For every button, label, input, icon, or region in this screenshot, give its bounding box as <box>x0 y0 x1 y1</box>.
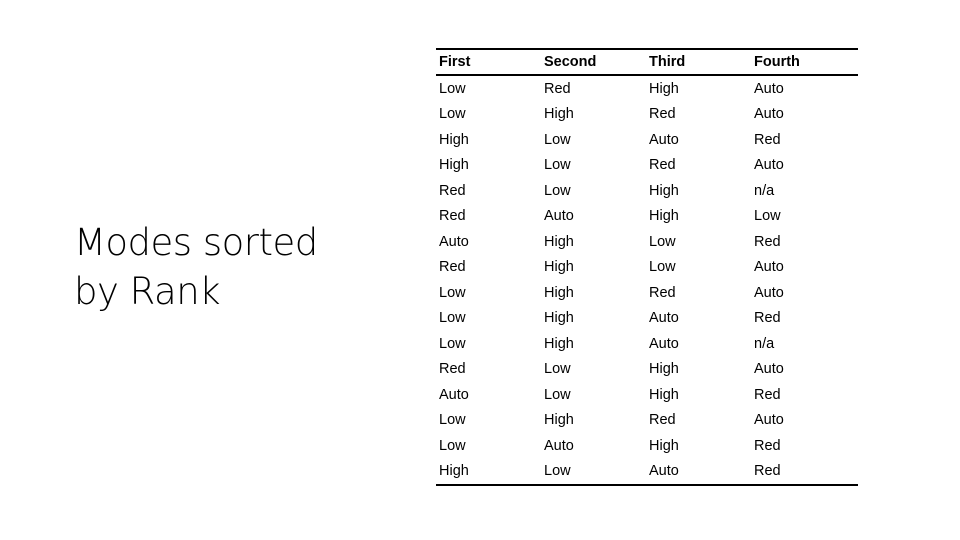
table-row: Low High Red Auto <box>436 408 858 434</box>
cell-first: Low <box>439 412 466 429</box>
cell-third: Auto <box>649 131 679 148</box>
cell-first: High <box>439 157 469 174</box>
table-row: Low High Auto Red <box>436 306 858 332</box>
cell-third: Auto <box>649 335 679 352</box>
table-row: Red Low High Auto <box>436 357 858 383</box>
cell-first: Low <box>439 106 466 123</box>
cell-second: Auto <box>544 437 574 454</box>
table-row: Auto Low High Red <box>436 382 858 408</box>
cell-first: Low <box>439 284 466 301</box>
table-row: Low High Red Auto <box>436 280 858 306</box>
cell-first: Low <box>439 310 466 327</box>
cell-third: Red <box>649 412 676 429</box>
table-row: Auto High Low Red <box>436 229 858 255</box>
table-row: High Low Auto Red <box>436 459 858 485</box>
cell-first: Auto <box>439 386 469 403</box>
cell-third: Auto <box>649 310 679 327</box>
cell-second: High <box>544 106 574 123</box>
cell-third: Low <box>649 259 676 276</box>
slide-title: Modes sorted by Rank <box>74 218 374 316</box>
cell-first: Red <box>439 259 466 276</box>
cell-second: High <box>544 259 574 276</box>
modes-rank-table: First Second Third Fourth Low Red High Auto… <box>436 48 858 486</box>
cell-first: Red <box>439 208 466 225</box>
cell-fourth: Red <box>754 131 781 148</box>
table-row: High Low Red Auto <box>436 153 858 179</box>
cell-first: High <box>439 131 469 148</box>
cell-third: Red <box>649 106 676 123</box>
cell-first: Low <box>439 80 466 97</box>
cell-first: Red <box>439 361 466 378</box>
cell-third: Auto <box>649 463 679 480</box>
column-header-third: Third <box>649 54 686 70</box>
cell-third: High <box>649 437 679 454</box>
table-row: Red High Low Auto <box>436 255 858 281</box>
cell-fourth: Red <box>754 463 781 480</box>
cell-fourth: n/a <box>754 182 775 199</box>
cell-first: Auto <box>439 233 469 250</box>
cell-second: Low <box>544 361 571 378</box>
table-row: Low High Red Auto <box>436 102 858 128</box>
slide-title-line-2: by Rank <box>74 270 221 313</box>
table-row: High Low Auto Red <box>436 127 858 153</box>
cell-third: Red <box>649 284 676 301</box>
cell-first: Low <box>439 437 466 454</box>
cell-fourth: Low <box>754 208 781 225</box>
table-row: Red Auto High Low <box>436 204 858 230</box>
cell-third: High <box>649 182 679 199</box>
cell-second: Low <box>544 182 571 199</box>
cell-second: High <box>544 412 574 429</box>
table-header-row: First Second Third Fourth <box>436 49 858 75</box>
cell-third: High <box>649 361 679 378</box>
table-body: Low Red High Auto Low High Red Auto High Low Auto R… <box>436 75 858 485</box>
table-row: Low Red High Auto <box>436 75 858 102</box>
cell-second: Low <box>544 157 571 174</box>
cell-second: High <box>544 335 574 352</box>
cell-fourth: Red <box>754 386 781 403</box>
cell-fourth: Auto <box>754 157 784 174</box>
cell-fourth: Auto <box>754 106 784 123</box>
cell-third: High <box>649 80 679 97</box>
column-header-first: First <box>439 54 471 70</box>
table-row: Red Low High n/a <box>436 178 858 204</box>
table-row: Low High Auto n/a <box>436 331 858 357</box>
cell-second: High <box>544 310 574 327</box>
cell-fourth: Auto <box>754 412 784 429</box>
cell-fourth: n/a <box>754 335 775 352</box>
cell-fourth: Red <box>754 437 781 454</box>
cell-fourth: Red <box>754 310 781 327</box>
cell-fourth: Auto <box>754 80 784 97</box>
cell-second: Low <box>544 463 571 480</box>
cell-third: Low <box>649 233 676 250</box>
cell-second: Red <box>544 80 571 97</box>
cell-fourth: Auto <box>754 284 784 301</box>
cell-third: High <box>649 386 679 403</box>
cell-first: High <box>439 463 469 480</box>
column-header-fourth: Fourth <box>754 54 800 70</box>
table-row: Low Auto High Red <box>436 433 858 459</box>
cell-fourth: Auto <box>754 361 784 378</box>
cell-third: High <box>649 208 679 225</box>
cell-second: Auto <box>544 208 574 225</box>
cell-third: Red <box>649 157 676 174</box>
slide-title-line-1: Modes sorted <box>74 221 318 264</box>
column-header-second: Second <box>544 54 597 70</box>
modes-table-container: First Second Third Fourth Low Red High Auto… <box>436 48 858 486</box>
cell-first: Low <box>439 335 466 352</box>
cell-second: Low <box>544 131 571 148</box>
cell-fourth: Red <box>754 233 781 250</box>
cell-fourth: Auto <box>754 259 784 276</box>
cell-second: High <box>544 233 574 250</box>
cell-second: Low <box>544 386 571 403</box>
cell-second: High <box>544 284 574 301</box>
cell-first: Red <box>439 182 466 199</box>
